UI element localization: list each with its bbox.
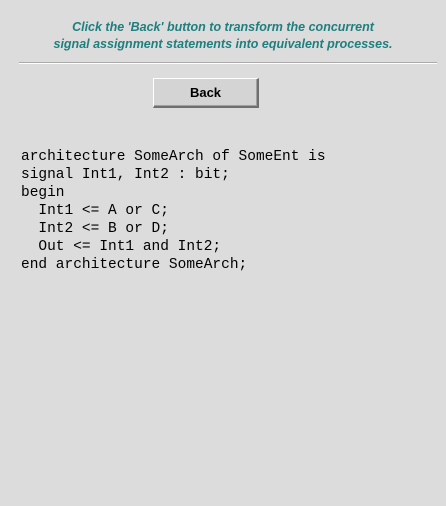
instruction-line-2: signal assignment statements into equiva…: [53, 37, 393, 51]
code-line: architecture SomeArch of SomeEnt is: [21, 149, 326, 165]
page: Click the 'Back' button to transform the…: [0, 0, 446, 506]
horizontal-divider: [19, 62, 437, 64]
code-line: Int1 <= A or C;: [21, 203, 169, 219]
code-line: Out <= Int1 and Int2;: [21, 239, 222, 255]
instruction-line-1: Click the 'Back' button to transform the…: [72, 20, 374, 34]
code-line: end architecture SomeArch;: [21, 257, 248, 273]
code-line: Int2 <= B or D;: [21, 221, 169, 237]
instruction-text: Click the 'Back' button to transform the…: [0, 19, 446, 53]
code-line: signal Int1, Int2 : bit;: [21, 167, 230, 183]
code-line: begin: [21, 185, 65, 201]
back-button[interactable]: Back: [153, 78, 259, 108]
vhdl-code-block: architecture SomeArch of SomeEnt is signa…: [21, 148, 326, 274]
